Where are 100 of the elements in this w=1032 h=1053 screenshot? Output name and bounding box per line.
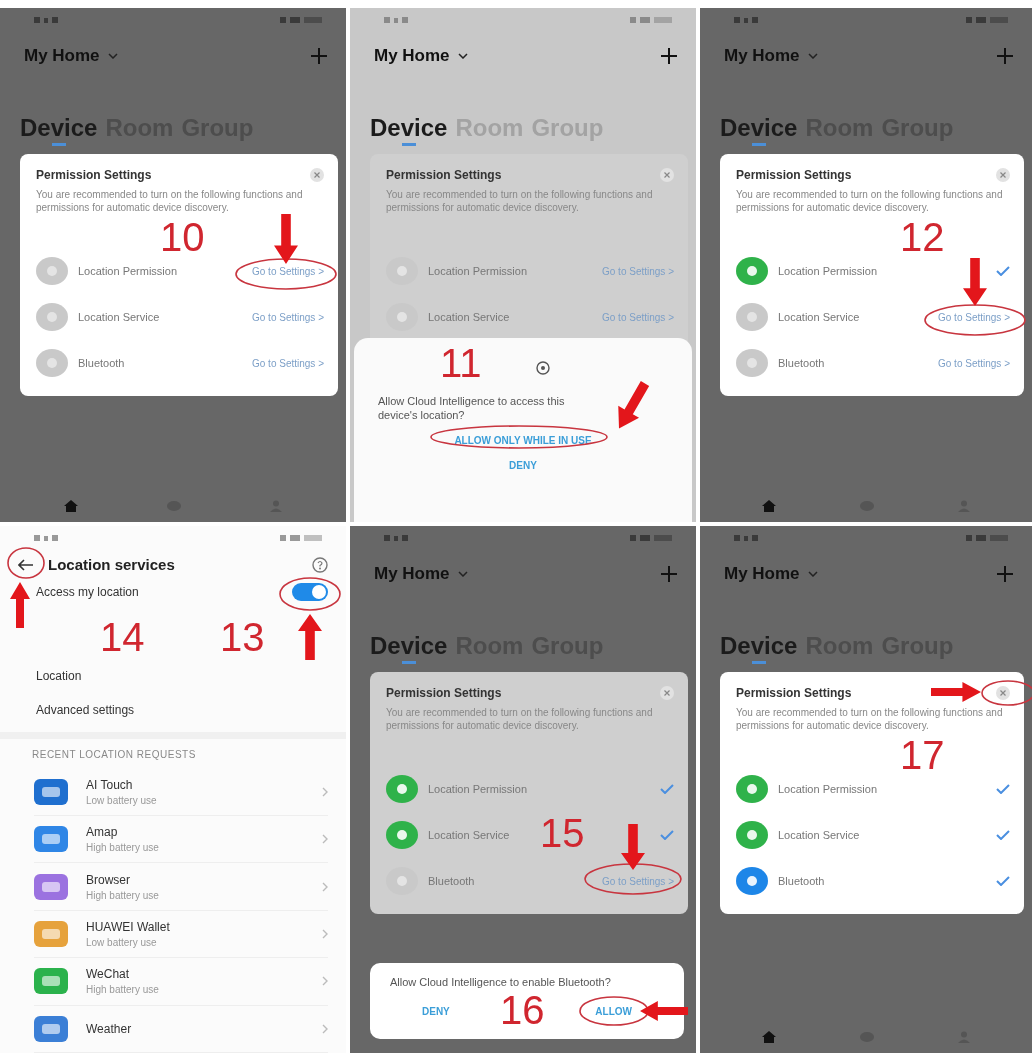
arrow-icon [298,614,322,660]
permission-label: Bluetooth [428,875,476,887]
signal-icon [34,16,60,24]
permission-label: Location Permission [778,265,879,277]
chevron-icon[interactable] [322,976,328,987]
battery-icon [280,16,322,24]
battery-usage: High battery use [86,842,160,854]
permission-label: Location Service [778,311,861,323]
app-name: Amap [86,825,119,840]
close-icon[interactable] [996,686,1010,700]
close-icon[interactable] [996,168,1010,182]
signal-icon [384,534,410,542]
card-title: Permission Settings [736,686,852,700]
card-title: Permission Settings [36,168,152,182]
battery-icon [630,534,672,542]
go-to-settings-link[interactable]: Go to Settings > [252,357,324,369]
arrow-icon [640,1001,688,1021]
highlight-ellipse [7,547,45,579]
step-number: 14 [100,616,145,658]
home-title[interactable]: My Home [24,46,100,66]
chevron-icon[interactable] [322,1023,328,1034]
go-to-settings-link[interactable]: Go to Settings > [938,311,1010,323]
check-icon [996,266,1010,276]
battery-icon [966,16,1008,24]
settings-link[interactable]: Location [36,668,82,683]
permission-label: Location Permission [78,265,179,277]
arrow-icon [10,582,30,628]
home-title[interactable]: My Home [724,564,800,584]
back-arrow-icon[interactable] [18,558,34,571]
permission-label: Location Service [78,311,161,323]
arrow-icon [621,824,645,870]
step-number: 11 [440,342,482,384]
arrow-icon [963,258,987,306]
caret-icon[interactable] [457,53,468,59]
dialog-button[interactable]: ALLOW [583,998,644,1024]
dialog-message: Allow Cloud Intelligence to enable Bluetooth? [390,975,612,989]
check-icon [996,830,1010,840]
signal-icon [384,16,410,24]
app-name: Browser [86,872,131,887]
battery-icon [966,534,1008,542]
go-to-settings-link[interactable]: Go to Settings > [252,311,324,323]
highlight-ellipse [579,996,649,1026]
check-icon [660,784,674,794]
go-to-settings-link[interactable]: Go to Settings > [602,875,674,887]
close-icon[interactable] [310,168,324,182]
dialog-button[interactable]: ALLOW ONLY WHILE IN USE [442,428,604,453]
app-name: Weather [86,1021,133,1036]
battery-usage: High battery use [86,984,160,996]
step-number: 16 [500,989,545,1031]
battery-usage: Low battery use [86,936,158,948]
home-title[interactable]: My Home [374,564,450,584]
chevron-icon[interactable] [322,786,328,797]
close-icon[interactable] [660,168,674,182]
toggle-switch[interactable] [292,583,328,602]
card-description: You are recommended to turn on the following functions and permissions for automatic device discovery. [36,188,304,214]
home-icon[interactable] [762,1031,776,1043]
go-to-settings-link[interactable]: Go to Settings > [938,357,1010,369]
home-title[interactable]: My Home [374,46,450,66]
settings-link[interactable]: Advanced settings [36,703,135,718]
highlight-ellipse [279,577,341,611]
step-number: 13 [220,616,265,658]
permission-label: Bluetooth [78,357,126,369]
battery-icon [280,534,322,542]
go-to-settings-link[interactable]: Go to Settings > [602,265,674,277]
home-icon[interactable] [64,500,79,512]
permission-label: Location Permission [428,783,529,795]
signal-icon [734,16,760,24]
card-description: You are recommended to turn on the following functions and permissions for automatic device discovery. [386,706,654,732]
app-name: WeChat [86,967,131,982]
chevron-icon[interactable] [322,834,328,845]
battery-icon [630,16,672,24]
arrow-icon [274,214,298,264]
card-description: You are recommended to turn on the following functions and permissions for automatic device discovery. [736,706,1004,732]
page-title: Location services [48,556,175,573]
arrow-icon [931,682,981,702]
card-title: Permission Settings [736,168,852,182]
step-number: 17 [900,734,945,776]
chevron-icon[interactable] [322,928,328,939]
home-icon[interactable] [762,500,776,512]
close-icon[interactable] [660,686,674,700]
go-to-settings-link[interactable]: Go to Settings > [252,265,324,277]
permission-label: Location Permission [428,265,529,277]
add-icon[interactable] [660,47,678,65]
battery-usage: Low battery use [86,794,158,806]
check-icon [996,784,1010,794]
home-title[interactable]: My Home [724,46,800,66]
dialog-message: Allow Cloud Intelligence to access this device's location? [378,394,566,422]
dialog-button[interactable]: DENY [497,453,549,478]
card-title: Permission Settings [386,686,502,700]
help-icon[interactable] [312,556,328,573]
card-title: Permission Settings [386,168,502,182]
card-description: You are recommended to turn on the following functions and permissions for automatic device discovery. [736,188,1004,214]
dialog-button[interactable]: DENY [410,998,462,1024]
permission-label: Location Service [428,829,511,841]
go-to-settings-link[interactable]: Go to Settings > [602,311,674,323]
permission-label: Location Service [428,311,511,323]
step-number: 12 [900,216,945,258]
chevron-icon[interactable] [322,881,328,892]
step-number: 10 [160,216,205,258]
section-header: RECENT LOCATION REQUESTS [32,749,197,761]
